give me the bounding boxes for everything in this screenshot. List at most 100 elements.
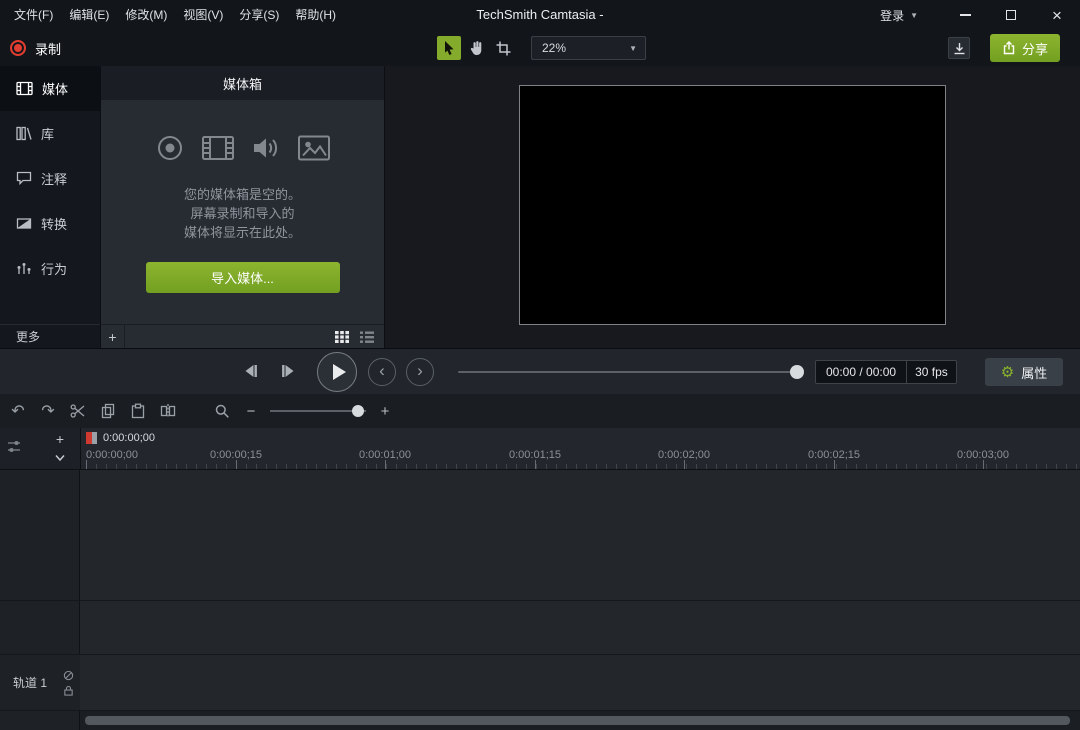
minimize-button[interactable]	[942, 0, 988, 30]
grid-view-icon	[334, 330, 350, 344]
zoom-level-select[interactable]: 22% ▼	[531, 36, 646, 60]
sidebar-item-transitions[interactable]: 转换	[0, 201, 100, 246]
maximize-button[interactable]	[988, 0, 1034, 30]
next-frame-button[interactable]	[280, 363, 298, 379]
track-menu-button[interactable]	[50, 449, 70, 467]
canvas-area	[385, 66, 1080, 348]
timeline-zoom-out-button[interactable]: −	[243, 403, 259, 420]
record-icon	[10, 40, 26, 56]
timeline-zoom-slider[interactable]	[270, 410, 366, 412]
ruler-tick-label: 0:00:00;00	[86, 449, 138, 461]
ruler-tick-label: 0:00:02;00	[658, 449, 710, 461]
seek-slider[interactable]	[458, 371, 802, 373]
empty-text-line: 您的媒体箱是空的。	[184, 185, 301, 204]
grid-view-button[interactable]	[334, 330, 350, 344]
previous-frame-button[interactable]	[241, 363, 259, 379]
split-icon	[160, 403, 176, 419]
timeline-ruler[interactable]: 0:00:00;00 0:00:00;00 0:00:00;15 0:00:01…	[80, 428, 1080, 470]
next-frame-icon	[280, 363, 298, 379]
list-view-button[interactable]	[359, 330, 375, 344]
copy-icon	[100, 403, 116, 419]
import-media-button[interactable]: 导入媒体...	[146, 262, 340, 293]
download-icon	[953, 42, 966, 55]
redo-button[interactable]: ↷	[38, 401, 58, 421]
sidebar-item-media[interactable]: 媒体	[0, 66, 100, 111]
add-track-button[interactable]: +	[50, 430, 70, 448]
ruler-major-tick	[684, 460, 685, 469]
track-lock-icon[interactable]	[63, 685, 74, 696]
speaker-icon	[251, 134, 281, 162]
signin-label: 登录	[880, 7, 904, 24]
properties-button[interactable]: ⚙ 属性	[985, 358, 1063, 386]
record-circle-icon	[155, 133, 185, 163]
timeline-tracks-area[interactable]: 轨道 1	[0, 470, 1080, 730]
jump-back-button[interactable]: ‹	[368, 358, 396, 386]
cut-button[interactable]	[68, 401, 88, 421]
previous-frame-icon	[241, 363, 259, 379]
share-label: 分享	[1022, 39, 1048, 58]
download-button[interactable]	[948, 37, 970, 59]
paste-icon	[130, 403, 146, 419]
ruler-tick-label: 0:00:02;15	[808, 449, 860, 461]
jump-forward-button[interactable]: ›	[406, 358, 434, 386]
media-bin-header: 媒体箱	[101, 66, 384, 100]
horizontal-scrollbar[interactable]	[85, 716, 1070, 725]
menu-file[interactable]: 文件(F)	[6, 0, 61, 30]
window-controls: 登录 ▼ ×	[880, 0, 1080, 30]
close-button[interactable]: ×	[1034, 0, 1080, 30]
media-icon	[16, 81, 33, 96]
track-disable-icon[interactable]	[63, 670, 74, 681]
playhead-out-marker[interactable]	[92, 432, 97, 444]
menu-view[interactable]: 视图(V)	[175, 0, 231, 30]
undo-icon: ↶	[11, 401, 24, 421]
menu-bar: 文件(F) 编辑(E) 修改(M) 视图(V) 分享(S) 帮助(H) Tech…	[0, 0, 1080, 30]
track-divider	[0, 600, 1080, 601]
sidebar-item-label: 媒体	[42, 79, 68, 98]
close-icon: ×	[1052, 7, 1062, 24]
canvas-preview[interactable]	[519, 85, 946, 325]
ruler-major-tick	[983, 460, 984, 469]
image-icon	[297, 134, 331, 162]
sidebar: 媒体 库 注释 转换	[0, 66, 100, 348]
window-title: TechSmith Camtasia -	[476, 0, 603, 30]
share-button[interactable]: 分享	[990, 34, 1060, 62]
media-bin-title: 媒体箱	[223, 74, 262, 93]
track-options-icon[interactable]	[7, 438, 21, 456]
play-button[interactable]	[317, 352, 357, 392]
undo-button[interactable]: ↶	[8, 401, 28, 421]
caret-down-icon: ▼	[910, 11, 918, 20]
sidebar-item-library[interactable]: 库	[0, 111, 100, 156]
add-media-button[interactable]: +	[101, 325, 125, 349]
sidebar-item-more[interactable]: 更多	[0, 324, 100, 348]
annotation-icon	[16, 171, 32, 186]
track-1-header[interactable]: 轨道 1	[0, 655, 80, 710]
menu-edit[interactable]: 编辑(E)	[61, 0, 117, 30]
split-button[interactable]	[158, 401, 178, 421]
menu-modify[interactable]: 修改(M)	[117, 0, 175, 30]
sidebar-item-behaviors[interactable]: 行为	[0, 246, 100, 291]
ruler-tick-label: 0:00:00;15	[210, 449, 262, 461]
menu-help[interactable]: 帮助(H)	[287, 0, 344, 30]
chevron-down-icon: ▼	[629, 44, 637, 53]
seek-slider-handle[interactable]	[790, 365, 804, 379]
cursor-tool-button[interactable]	[437, 36, 461, 60]
menu-share[interactable]: 分享(S)	[231, 0, 287, 30]
copy-button[interactable]	[98, 401, 118, 421]
library-icon	[16, 126, 32, 141]
properties-label: 属性	[1021, 363, 1047, 382]
signin-menu[interactable]: 登录 ▼	[880, 7, 918, 24]
timeline-zoom-slider-handle[interactable]	[352, 405, 364, 417]
ruler-major-tick	[236, 460, 237, 469]
list-view-icon	[359, 330, 375, 344]
playhead[interactable]: 0:00:00;00	[86, 432, 155, 444]
record-button[interactable]: 录制	[10, 30, 61, 66]
timeline-zoom-in-button[interactable]: +	[377, 403, 393, 420]
record-label: 录制	[35, 39, 61, 58]
sidebar-item-annotations[interactable]: 注释	[0, 156, 100, 201]
media-bin-footer: +	[101, 324, 384, 348]
paste-button[interactable]	[128, 401, 148, 421]
crop-tool-button[interactable]	[491, 36, 515, 60]
chevron-down-icon	[54, 454, 66, 462]
pan-tool-button[interactable]	[464, 36, 488, 60]
ruler-tick-label: 0:00:01;15	[509, 449, 561, 461]
